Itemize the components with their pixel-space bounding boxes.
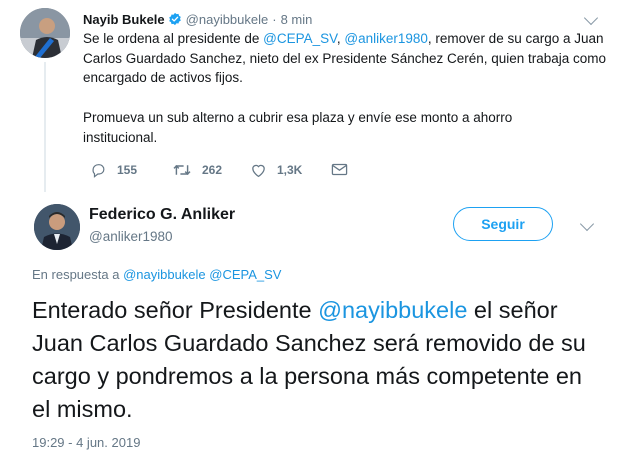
reply-context-mentions[interactable]: @nayibbukele @CEPA_SV bbox=[123, 267, 281, 282]
reply-count: 155 bbox=[117, 163, 138, 177]
parent-tweet-text: Se le ordena al presidente de @CEPA_SV, … bbox=[83, 29, 608, 88]
mention-link-cepa[interactable]: @CEPA_SV bbox=[263, 31, 337, 46]
parent-text-segment: Se le ordena al presidente de bbox=[83, 31, 264, 46]
reply-icon bbox=[92, 164, 105, 178]
reply-context-prefix: En respuesta a bbox=[32, 267, 124, 282]
tweet-timestamp[interactable]: 19:29 - 4 jun. 2019 bbox=[32, 435, 140, 450]
author-handle[interactable]: @anliker1980 bbox=[89, 229, 173, 244]
parent-separator: · bbox=[272, 11, 277, 27]
main-text-before: Enterado señor Presidente bbox=[32, 297, 319, 323]
parent-author-name[interactable]: Nayib Bukele bbox=[83, 12, 165, 27]
retweet-icon bbox=[173, 164, 191, 176]
reply-context: En respuesta a @nayibbukele @CEPA_SV bbox=[32, 267, 281, 282]
follow-button[interactable]: Seguir bbox=[453, 207, 553, 241]
like-count: 1,3K bbox=[277, 163, 303, 177]
parent-author-handle[interactable]: @nayibbukele bbox=[186, 12, 269, 27]
parent-avatar-image bbox=[20, 8, 70, 58]
direct-message-icon bbox=[331, 163, 348, 176]
chevron-down-icon[interactable] bbox=[579, 216, 595, 232]
parent-tweet-paragraph-2: Promueva un sub alterno a cubrir esa pla… bbox=[83, 110, 513, 145]
parent-avatar[interactable] bbox=[20, 8, 70, 58]
main-tweet-text: Enterado señor Presidente @nayibbukele e… bbox=[32, 294, 604, 426]
mention-link-anliker[interactable]: @anliker1980 bbox=[344, 31, 428, 46]
retweet-action[interactable]: 262 bbox=[172, 162, 222, 178]
chevron-down-icon[interactable] bbox=[583, 10, 599, 26]
mention-link-nayibbukele[interactable]: @nayibbukele bbox=[318, 297, 467, 323]
retweet-count: 262 bbox=[202, 163, 223, 177]
author-name[interactable]: Federico G. Anliker bbox=[89, 206, 235, 224]
direct-message-action[interactable] bbox=[331, 162, 348, 182]
verified-badge-icon bbox=[168, 12, 181, 26]
parent-header: Nayib Bukele @nayibbukele · 8 min bbox=[83, 10, 563, 28]
parent-timestamp[interactable]: 8 min bbox=[281, 12, 313, 27]
reply-action[interactable]: 155 bbox=[90, 162, 137, 178]
like-action[interactable]: 1,3K bbox=[250, 162, 302, 178]
thread-line bbox=[44, 62, 46, 192]
like-icon bbox=[252, 164, 265, 178]
author-avatar[interactable] bbox=[34, 204, 80, 250]
author-avatar-image bbox=[34, 204, 80, 250]
